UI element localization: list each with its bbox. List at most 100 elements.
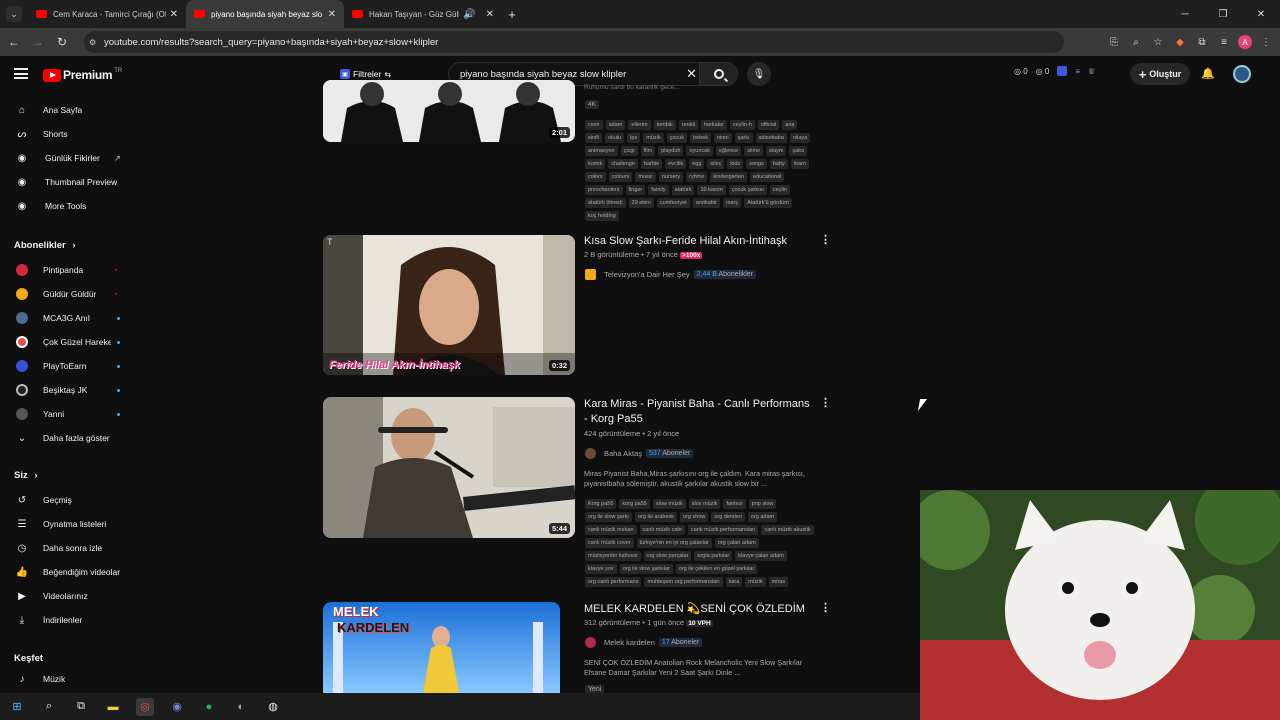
sidebar-sub-guldur[interactable]: Güldür Güldür ▪ [0,282,138,306]
obs-icon[interactable]: ◍ [264,698,282,716]
chrome-icon[interactable]: ◎ [136,697,154,716]
tag-chip: Atatürk'ü gördüm [744,198,792,208]
forward-button[interactable]: → [26,35,50,49]
sidebar-sub-yanni[interactable]: Yanni [0,402,138,426]
channel-info[interactable]: Baha Aktaş 537 Aboneler [585,448,694,459]
video-thumbnail[interactable]: 5:44 [323,397,575,538]
tool-dot-icon: ◉ [17,200,27,212]
video-meta: 312 görüntüleme • 1 gün önce 10 VPH [584,618,713,627]
sidebar-sub-mca3g[interactable]: MCA3G Anıl [0,306,138,330]
media-control-icon[interactable]: ≡ [1216,34,1232,50]
channel-info[interactable]: Melek kardelen 17 Aboneler [585,637,703,648]
channel-name[interactable]: Televizyon'a Dair Her Şey [604,270,690,279]
restore-button[interactable]: ❐ [1204,0,1242,28]
channel-name[interactable]: Baha Aktaş [604,449,642,458]
video-title[interactable]: Kısa Slow Şarkı-Feride Hilal Akın-İntiha… [584,234,814,249]
close-icon[interactable]: ✕ [486,9,494,20]
zoom-icon[interactable]: ⌕ [1128,34,1144,50]
sidebar-sub-cok-guzel[interactable]: Çok Güzel Hareketler [0,330,138,354]
channel-name[interactable]: Melek kardelen [604,638,655,647]
site-info-icon[interactable]: ⚙ [89,38,96,47]
thumbnail-caption: KARDELEN [337,620,410,635]
youtube-premium-logo[interactable]: Premium TR [43,68,122,82]
create-button[interactable]: + Oluştur [1130,63,1190,85]
install-icon[interactable]: ⎘ [1106,34,1122,50]
menu-hamburger-icon[interactable] [14,68,28,79]
file-explorer-icon[interactable]: ▬ [104,698,122,716]
more-actions-icon[interactable]: ⋮ [820,233,831,246]
tag-chip: müzisyenler kahvesi [585,551,641,561]
windows-start-icon[interactable]: ⊞ [8,698,26,716]
tab-2[interactable]: piyano başında siyah beyaz slo ✕ [186,0,344,28]
notifications-bell-icon[interactable]: 🔔 [1201,67,1215,80]
url-field[interactable]: ⚙ youtube.com/results?search_query=piyan… [84,31,1064,53]
video-thumbnail[interactable]: 2:01 [323,80,575,142]
video-thumbnail[interactable]: T Feride Hilal Akın-İntihaşk 0:32 [323,235,575,375]
channel-info[interactable]: Televizyon'a Dair Her Şey 2,44 B Aboneli… [585,269,757,280]
task-view-icon[interactable]: ⧉ [72,698,90,716]
clear-search-icon[interactable]: ✕ [686,66,697,82]
search-button[interactable] [699,63,737,85]
video-meta: 424 görüntüleme • 2 yıl önce [584,429,680,438]
tag-chip: slaym [766,146,787,156]
trophy-icon[interactable]: ♕ [1088,67,1095,76]
search-icon[interactable]: ⌕ [40,698,58,716]
live-icon: ▪ [115,266,118,274]
tag-chip: lps [627,133,641,143]
tag-chip: harkalar [700,120,727,130]
subscriptions-header[interactable]: Abonelikler › [14,240,76,251]
tag-chip: org slow parçalar [643,551,692,561]
sidebar-item-more-tools[interactable]: ◉ More Tools [0,194,138,218]
extension-icon[interactable]: ◆ [1172,34,1188,50]
sidebar-sub-playtoearn[interactable]: PlayToEarn [0,354,138,378]
speaker-icon[interactable]: 🔊 [463,9,475,20]
you-header[interactable]: Siz › [14,470,38,481]
video-title[interactable]: MELEK KARDELEN 💫SENİ ÇOK ÖZLEDİM [584,602,816,617]
list-icon[interactable]: ≡ [1075,67,1080,76]
close-icon[interactable]: ✕ [328,9,336,20]
sidebar-item-home[interactable]: ⌂ Ana Sayfa [0,98,138,122]
sidebar-item-history[interactable]: ↺ Geçmiş [0,488,138,512]
back-button[interactable]: ← [2,35,26,49]
extensions-puzzle-icon[interactable]: ⧉ [1194,34,1210,50]
subscriber-count: 17 Aboneler [658,638,703,647]
extension-icon[interactable] [1057,66,1068,76]
close-window-button[interactable]: ✕ [1242,0,1280,28]
video-thumbnail[interactable]: MELEK KARDELEN [323,602,560,693]
sidebar-item-shorts[interactable]: ᔕ Shorts [0,122,138,146]
sidebar-item-watch-later[interactable]: ◷ Daha sonra izle [0,536,138,560]
new-content-dot [117,340,120,344]
spotify-icon[interactable]: ● [200,698,218,716]
tab-3[interactable]: Hakan Taşıyan - Güz Gülleri 🔊 ✕ [344,0,502,28]
reload-button[interactable]: ↻ [50,35,74,49]
voice-search-button[interactable]: 🎙 [747,62,771,86]
tab-1[interactable]: Cem Karaca - Tamirci Çırağı (Offi ✕ [28,0,186,28]
tag-chip: canlı müzik cafe [639,525,685,535]
tag-chip: çocuk [666,133,687,143]
search-input[interactable]: piyano başında siyah beyaz slow klipler [460,69,626,80]
sidebar-item-thumbnail-preview[interactable]: ◉ Thumbnail Preview [0,170,138,194]
sidebar-item-your-videos[interactable]: ▶ Videolarınız [0,584,138,608]
discord-icon[interactable]: ◉ [168,698,186,716]
sidebar-sub-besiktas[interactable]: Beşiktaş JK [0,378,138,402]
minimize-button[interactable]: ─ [1166,0,1204,28]
sidebar-item-daily-ideas[interactable]: ◉ Günlük Fikirler ↗ [0,146,138,170]
tab-search-button[interactable]: ⌄ [6,6,22,22]
menu-kebab-icon[interactable]: ⋮ [1258,34,1274,50]
video-title[interactable]: Kara Miras - Piyanist Baha - Canlı Perfo… [584,397,816,427]
tool-dot-icon: ◉ [17,152,27,164]
bookmark-star-icon[interactable]: ☆ [1150,34,1166,50]
profile-avatar[interactable]: A [1238,35,1252,49]
more-actions-icon[interactable]: ⋮ [820,601,831,614]
steam-icon[interactable]: ◐ [232,698,250,716]
sidebar-item-music[interactable]: ♪ Müzik [0,667,138,691]
sidebar-item-liked[interactable]: 👍 Beğendiğim videolar [0,560,138,584]
new-tab-button[interactable]: + [502,7,522,22]
sidebar-item-playlists[interactable]: ☰ Oynatma listeleri [0,512,138,536]
sidebar-item-downloads[interactable]: ⤓ İndirilenler [0,608,138,632]
close-icon[interactable]: ✕ [170,9,178,20]
sidebar-show-more[interactable]: ⌄ Daha fazla göster [0,426,138,450]
more-actions-icon[interactable]: ⋮ [820,396,831,409]
account-avatar[interactable] [1233,65,1251,83]
sidebar-sub-pintipanda[interactable]: Pintipanda ▪ [0,258,138,282]
